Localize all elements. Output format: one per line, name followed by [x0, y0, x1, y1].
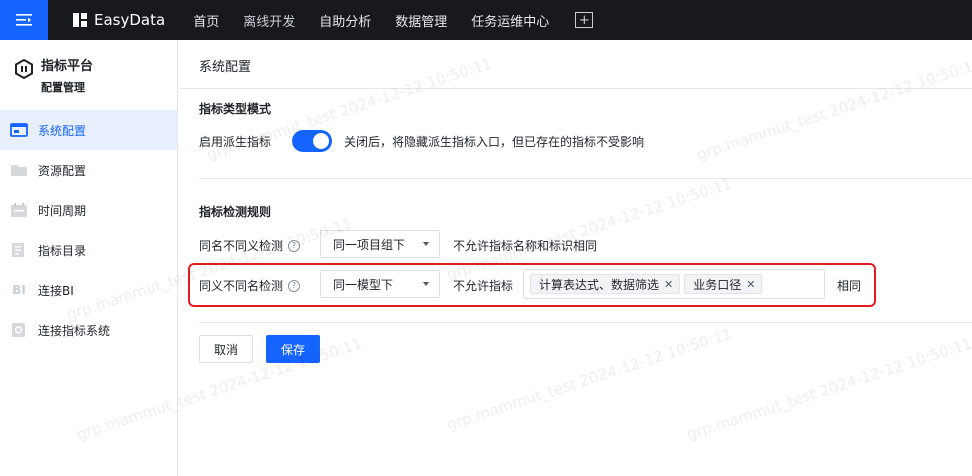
page-title: 系统配置: [199, 60, 252, 75]
title-divider: [179, 88, 972, 89]
same-meaning-prefix: 不允许指标: [453, 279, 514, 293]
select-value: 同一项目组下: [333, 237, 406, 252]
sidebar-item-system-config[interactable]: 系统配置: [0, 110, 177, 150]
menu-toggle-button[interactable]: [0, 0, 48, 40]
toggle-knob: [313, 133, 329, 149]
logo-text: EasyData: [94, 11, 166, 29]
app-logo[interactable]: EasyData: [72, 11, 165, 29]
same-meaning-rule-label: 同义不同名检测 ?: [199, 277, 301, 294]
calendar-icon: [10, 202, 28, 218]
same-meaning-suffix: 相同: [837, 279, 862, 293]
sidebar-item-label: 连接指标系统: [38, 323, 111, 338]
tag-expression-filter: 计算表达式、数据筛选 ✕: [530, 274, 681, 294]
sidebar-item-connect-metric-system[interactable]: 连接指标系统: [0, 310, 177, 350]
metric-platform-icon: [15, 59, 33, 79]
sidebar-title: 指标平台: [41, 59, 94, 74]
nav-data-management[interactable]: 数据管理: [383, 0, 459, 40]
cancel-button[interactable]: 取消: [199, 335, 254, 363]
top-nav: 首页 离线开发 自助分析 数据管理 任务运维中心 +: [181, 0, 594, 40]
nav-task-ops-center[interactable]: 任务运维中心: [459, 0, 561, 40]
derived-metric-label: 启用派生指标: [199, 135, 272, 149]
top-nav-bar: EasyData 首页 离线开发 自助分析 数据管理 任务运维中心 +: [0, 0, 972, 40]
section-divider: [199, 178, 972, 179]
easydata-logo-icon: [73, 13, 87, 27]
menu-icon: [16, 14, 32, 26]
close-icon[interactable]: ✕: [664, 278, 673, 291]
bi-icon: BI: [12, 283, 26, 297]
sidebar-item-connect-bi[interactable]: BI 连接BI: [0, 270, 177, 310]
nav-home[interactable]: 首页: [181, 0, 231, 40]
system-config-icon: [10, 122, 28, 138]
chevron-down-icon: [423, 282, 429, 286]
same-name-rule-hint: 不允许指标名称和标识相同: [453, 239, 598, 253]
save-button[interactable]: 保存: [266, 335, 321, 363]
tag-label: 计算表达式、数据筛选: [539, 277, 660, 292]
sidebar-subtitle: 配置管理: [41, 81, 85, 94]
same-meaning-rule-text: 同义不同名检测: [199, 279, 284, 293]
sidebar-item-label: 资源配置: [38, 163, 87, 178]
section-title-metric-type: 指标类型模式: [199, 102, 272, 116]
folder-icon: [10, 162, 28, 178]
form-divider: [199, 322, 972, 323]
same-meaning-scope-select[interactable]: 同一模型下: [320, 270, 440, 298]
nav-self-analysis[interactable]: 自助分析: [307, 0, 383, 40]
sidebar-item-time-period[interactable]: 时间周期: [0, 190, 177, 230]
sidebar: 指标平台 配置管理 系统配置 资源配置 时间周期 指标目录 BI 连接BI 连接…: [0, 40, 178, 476]
sidebar-item-label: 时间周期: [38, 203, 87, 218]
help-icon[interactable]: ?: [288, 279, 301, 292]
nav-offline-dev[interactable]: 离线开发: [231, 0, 307, 40]
tag-label: 业务口径: [693, 277, 742, 292]
metric-attributes-multiselect[interactable]: 计算表达式、数据筛选 ✕ 业务口径 ✕: [523, 269, 825, 299]
sidebar-item-metric-catalog[interactable]: 指标目录: [0, 230, 177, 270]
section-title-detection-rules: 指标检测规则: [199, 205, 272, 219]
chevron-down-icon: [423, 242, 429, 246]
derived-metric-hint: 关闭后，将隐藏派生指标入口，但已存在的指标不受影响: [344, 135, 645, 149]
select-value: 同一模型下: [333, 277, 394, 292]
add-tab-icon[interactable]: +: [575, 12, 594, 28]
sidebar-item-resource-config[interactable]: 资源配置: [0, 150, 177, 190]
catalog-icon: [10, 242, 28, 258]
help-icon[interactable]: ?: [288, 239, 301, 252]
same-name-rule-text: 同名不同义检测: [199, 239, 284, 253]
sidebar-item-label: 系统配置: [38, 123, 87, 138]
close-icon[interactable]: ✕: [746, 278, 755, 291]
sidebar-brand: 指标平台 配置管理: [0, 40, 177, 110]
main-content: 系统配置 指标类型模式 启用派生指标 关闭后，将隐藏派生指标入口，但已存在的指标…: [179, 40, 972, 476]
derived-metric-toggle[interactable]: [292, 130, 332, 152]
sidebar-item-label: 连接BI: [38, 283, 74, 298]
same-name-rule-label: 同名不同义检测 ?: [199, 237, 301, 254]
tag-business-caliber: 业务口径 ✕: [684, 274, 763, 294]
link-icon: [10, 322, 28, 338]
same-name-scope-select[interactable]: 同一项目组下: [320, 230, 440, 258]
sidebar-item-label: 指标目录: [38, 243, 87, 258]
